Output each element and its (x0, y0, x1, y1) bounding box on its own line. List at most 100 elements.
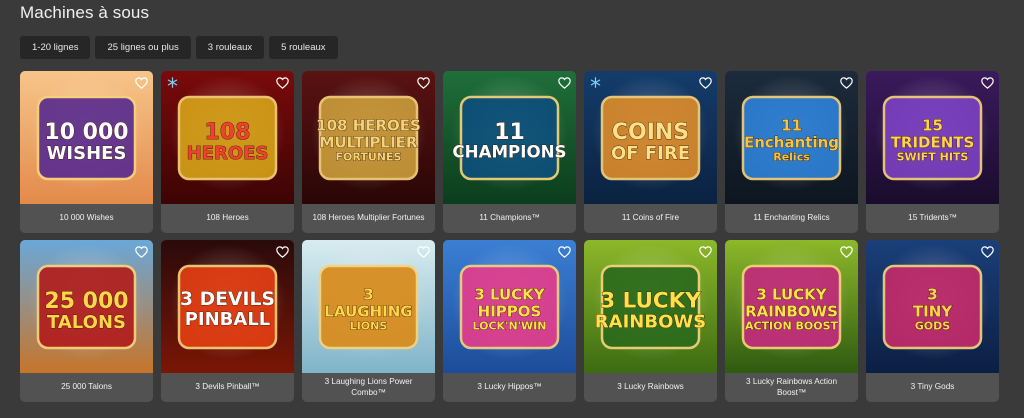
game-logo-text: TINY (913, 303, 953, 321)
favorite-heart-icon[interactable] (698, 245, 712, 259)
favorite-heart-icon[interactable] (698, 76, 712, 90)
game-logo-text: LAUGHING (324, 303, 412, 321)
game-artwork: 10 000WISHES (20, 71, 153, 204)
favorite-heart-icon[interactable] (980, 245, 994, 259)
game-title[interactable]: 3 Devils Pinball™ (161, 373, 294, 402)
favorite-heart-icon[interactable] (839, 245, 853, 259)
game-card[interactable]: 108 HEROES MULTIPLIER FORTUNES 108 Heroes M… (302, 71, 435, 233)
game-title[interactable]: 10 000 Wishes (20, 204, 153, 233)
game-logo-text: 25 000 (44, 289, 128, 314)
game-logo-text: GODS (915, 320, 951, 333)
page-title: Machines à sous (20, 3, 150, 22)
game-logo-text: 3 (363, 286, 373, 304)
game-title[interactable]: 3 Lucky Hippos™ (443, 373, 576, 402)
game-title[interactable]: 3 Lucky Rainbows Action Boost™ (725, 373, 858, 402)
game-logo-text: HIPPOS (478, 303, 542, 321)
game-thumbnail[interactable]: 11 Enchanting Relics (725, 71, 858, 204)
game-logo-text: HEROES (187, 143, 269, 164)
game-card[interactable]: 3 LAUGHING LIONS 3 Laughing Lions Power Com… (302, 240, 435, 402)
game-logo-text: TALONS (47, 312, 126, 333)
game-thumbnail[interactable]: 108 HEROES MULTIPLIER FORTUNES (302, 71, 435, 204)
game-thumbnail[interactable]: 3 TINY GODS (866, 240, 999, 373)
filter-bar: 1-20 lignes 25 lignes ou plus 3 rouleaux… (20, 36, 338, 59)
game-logo-text: CHAMPIONS (452, 143, 566, 162)
game-artwork: 25 000TALONS (20, 240, 153, 373)
game-card[interactable]: 3 LUCKY HIPPOS LOCK'N'WIN 3 Lucky Hippos™ (443, 240, 576, 402)
game-title[interactable]: 3 Tiny Gods (866, 373, 999, 402)
favorite-heart-icon[interactable] (557, 245, 571, 259)
game-artwork: 15TRIDENTSSWIFT HITS (866, 71, 999, 204)
game-logo-text: RAINBOWS (745, 303, 838, 321)
favorite-heart-icon[interactable] (134, 245, 148, 259)
game-thumbnail[interactable]: 15 TRIDENTS SWIFT HITS (866, 71, 999, 204)
game-logo-text: 108 (205, 120, 251, 145)
game-artwork: 3LAUGHINGLIONS (302, 240, 435, 373)
favorite-heart-icon[interactable] (980, 76, 994, 90)
game-artwork: 11EnchantingRelics (725, 71, 858, 204)
game-artwork: 3 LUCKYRAINBOWSACTION BOOST (725, 240, 858, 373)
game-logo-text: RAINBOWS (595, 311, 706, 332)
game-card[interactable]: 25 000 TALONS 25 000 Talons (20, 240, 153, 402)
favorite-heart-icon[interactable] (416, 245, 430, 259)
game-card[interactable]: 108 HEROES 108 Heroes (161, 71, 294, 233)
game-artwork: 3 DEVILSPINBALL (161, 240, 294, 373)
game-thumbnail[interactable]: COINS OF FIRE (584, 71, 717, 204)
game-title[interactable]: 11 Coins of Fire (584, 204, 717, 233)
game-logo-text: TRIDENTS (891, 134, 975, 152)
game-logo-text: 11 (781, 117, 802, 135)
game-card[interactable]: 3 LUCKY RAINBOWS ACTION BOOST 3 Lucky Rainb… (725, 240, 858, 402)
game-title[interactable]: 3 Laughing Lions Power Combo™ (302, 373, 435, 402)
filter-1-20-lines[interactable]: 1-20 lignes (20, 36, 91, 59)
favorite-heart-icon[interactable] (839, 76, 853, 90)
game-logo-text: PINBALL (185, 309, 271, 330)
snowflake-icon (590, 77, 601, 88)
game-thumbnail[interactable]: 3 LUCKY RAINBOWS (584, 240, 717, 373)
game-logo-text: FORTUNES (336, 151, 402, 164)
filter-3-reels[interactable]: 3 rouleaux (195, 36, 265, 59)
favorite-heart-icon[interactable] (275, 76, 289, 90)
game-title[interactable]: 108 Heroes (161, 204, 294, 233)
game-logo-text: LOCK'N'WIN (473, 320, 547, 333)
game-logo-text: LIONS (350, 320, 388, 333)
game-logo-text: 11 (494, 120, 525, 145)
game-artwork: 3 LUCKYRAINBOWS (584, 240, 717, 373)
game-logo-text: OF FIRE (611, 143, 690, 164)
favorite-heart-icon[interactable] (275, 245, 289, 259)
game-title[interactable]: 11 Enchanting Relics (725, 204, 858, 233)
game-artwork: 108 HEROESMULTIPLIERFORTUNES (302, 71, 435, 204)
favorite-heart-icon[interactable] (134, 76, 148, 90)
game-title[interactable]: 3 Lucky Rainbows (584, 373, 717, 402)
game-card[interactable]: COINS OF FIRE 11 Coins of Fire (584, 71, 717, 233)
game-title[interactable]: 108 Heroes Multiplier Fortunes (302, 204, 435, 233)
game-thumbnail[interactable]: 3 LAUGHING LIONS (302, 240, 435, 373)
game-thumbnail[interactable]: 10 000 WISHES (20, 71, 153, 204)
game-thumbnail[interactable]: 108 HEROES (161, 71, 294, 204)
game-logo-text: WISHES (47, 143, 127, 164)
game-card[interactable]: 15 TRIDENTS SWIFT HITS 15 Tridents™ (866, 71, 999, 233)
game-logo-text: MULTIPLIER (320, 134, 418, 152)
game-logo-text: 10 000 (44, 120, 128, 145)
game-logo-text: 3 LUCKY (600, 288, 701, 313)
game-thumbnail[interactable]: 3 DEVILS PINBALL (161, 240, 294, 373)
filter-5-reels[interactable]: 5 rouleaux (269, 36, 338, 59)
game-card[interactable]: 11 CHAMPIONS 11 Champions™ (443, 71, 576, 233)
game-title[interactable]: 25 000 Talons (20, 373, 153, 402)
game-card[interactable]: 3 TINY GODS 3 Tiny Gods (866, 240, 999, 402)
filter-25-lines-plus[interactable]: 25 lignes ou plus (95, 36, 191, 59)
game-artwork: COINSOF FIRE (584, 71, 717, 204)
favorite-heart-icon[interactable] (416, 76, 430, 90)
game-title[interactable]: 15 Tridents™ (866, 204, 999, 233)
game-thumbnail[interactable]: 3 LUCKY RAINBOWS ACTION BOOST (725, 240, 858, 373)
game-card[interactable]: 11 Enchanting Relics 11 Enchanting Relics (725, 71, 858, 233)
favorite-heart-icon[interactable] (557, 76, 571, 90)
game-thumbnail[interactable]: 25 000 TALONS (20, 240, 153, 373)
game-logo-text: 3 DEVILS (180, 289, 275, 310)
game-logo-text: Enchanting (744, 134, 839, 152)
game-card[interactable]: 3 LUCKY RAINBOWS 3 Lucky Rainbows (584, 240, 717, 402)
game-thumbnail[interactable]: 3 LUCKY HIPPOS LOCK'N'WIN (443, 240, 576, 373)
game-grid: 10 000 WISHES 10 000 Wishes 108 HEROES 108 He… (20, 71, 999, 402)
game-card[interactable]: 3 DEVILS PINBALL 3 Devils Pinball™ (161, 240, 294, 402)
game-thumbnail[interactable]: 11 CHAMPIONS (443, 71, 576, 204)
game-card[interactable]: 10 000 WISHES 10 000 Wishes (20, 71, 153, 233)
game-title[interactable]: 11 Champions™ (443, 204, 576, 233)
